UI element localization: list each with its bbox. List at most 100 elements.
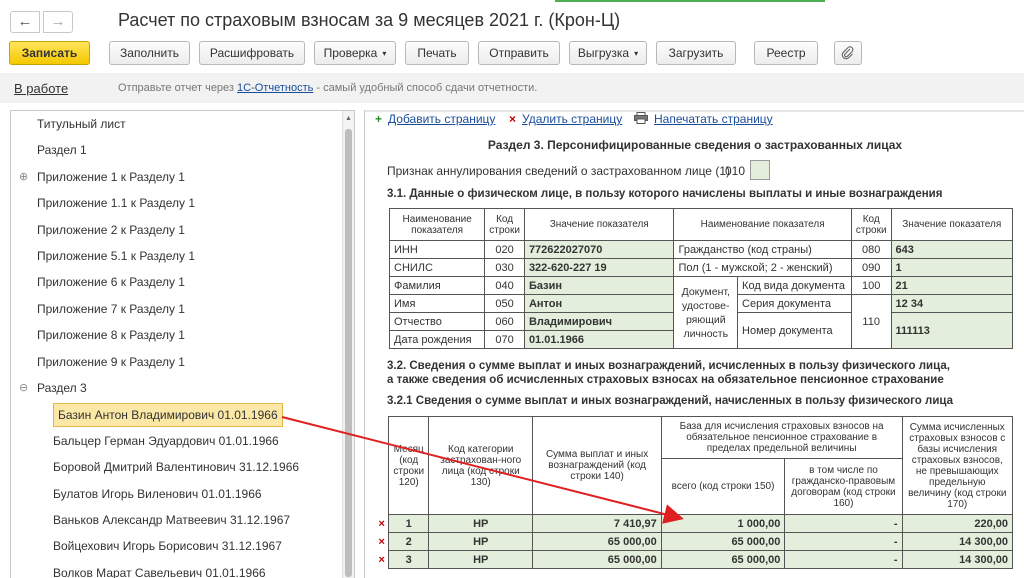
command-toolbar: Записать Заполнить Расшифровать Проверка… [0, 40, 1024, 70]
name-code: 050 [484, 294, 525, 313]
tree-item[interactable]: Приложение 8 к Разделу 1 [11, 322, 343, 348]
status-link[interactable]: В работе [14, 81, 68, 96]
registry-button[interactable]: Реестр [754, 41, 818, 65]
collapse-icon[interactable]: ⊖ [19, 375, 28, 401]
tree-item[interactable]: Боровой Дмитрий Валентинович 31.12.1966 [11, 454, 343, 480]
doc-number-field[interactable]: 111113 [890, 312, 1014, 349]
table-row[interactable]: × 1 НР 7 410,97 1 000,00-220,00 [375, 514, 1014, 533]
delete-row-icon[interactable]: × [375, 533, 389, 551]
tree-item[interactable]: Приложение 7 к Разделу 1 [11, 296, 343, 322]
col-header-name-2: Наименование показателя [673, 208, 852, 241]
info-text-before: Отправьте отчет через [118, 82, 238, 94]
forward-button[interactable]: → [43, 11, 73, 33]
base-total-cell[interactable]: 1 000,00 [660, 514, 786, 533]
base-gpd-cell[interactable]: - [784, 514, 903, 533]
surname-code: 040 [484, 276, 525, 295]
name-field[interactable]: Антон [523, 294, 675, 313]
print-page-link[interactable]: Напечатать страницу [634, 112, 773, 126]
category-cell[interactable]: НР [428, 532, 534, 551]
sum-cell[interactable]: 65 000,00 [532, 532, 662, 551]
delete-page-label: Удалить страницу [522, 112, 623, 126]
total-col-header: всего (код строки 150) [660, 458, 786, 515]
citizenship-field[interactable]: 643 [890, 240, 1014, 259]
tree-item[interactable]: Приложение 5.1 к Разделу 1 [11, 243, 343, 269]
tree-item[interactable]: Приложение 9 к Разделу 1 [11, 349, 343, 375]
sum-cell[interactable]: 7 410,97 [532, 514, 662, 533]
tree-item[interactable]: ⊕ Приложение 1 к Разделу 1 [11, 164, 343, 190]
sum-cell[interactable]: 65 000,00 [532, 550, 662, 569]
base-col-header: База для исчисления страховых взносов на… [660, 416, 903, 459]
snils-code: 030 [484, 258, 525, 277]
export-dropdown-button[interactable]: Выгрузка ▾ [569, 41, 647, 65]
col-header-code: Код строки [484, 208, 525, 241]
check-dropdown-button[interactable]: Проверка ▾ [314, 41, 396, 65]
tree-item[interactable]: Титульный лист [11, 111, 343, 137]
doc-series-field[interactable]: 12 34 [890, 294, 1014, 313]
tree-item[interactable]: Булатов Игорь Виленович 01.01.1966 [11, 481, 343, 507]
table-row[interactable]: × 2 НР 65 000,00 65 000,00-14 300,00 [375, 532, 1014, 551]
table-row[interactable]: × 3 НР 65 000,00 65 000,00-14 300,00 [375, 550, 1014, 569]
tree-item[interactable]: Раздел 1 [11, 137, 343, 163]
decode-button[interactable]: Расшифровать [199, 41, 305, 65]
info-message: Отправьте отчет через 1С-Отчетность - са… [118, 82, 537, 94]
contrib-cell[interactable]: 14 300,00 [901, 550, 1014, 569]
write-button[interactable]: Записать [9, 41, 90, 65]
base-gpd-cell[interactable]: - [784, 532, 903, 551]
subsection-3-1-title: 3.1. Данные о физическом лице, в пользу … [387, 188, 943, 200]
inn-field[interactable]: 772622027070 [523, 240, 675, 259]
sex-field[interactable]: 1 [890, 258, 1014, 277]
category-cell[interactable]: НР [428, 550, 534, 569]
delete-page-link[interactable]: × Удалить страницу [509, 112, 622, 126]
tree-item[interactable]: Приложение 1.1 к Разделу 1 [11, 190, 343, 216]
month-cell[interactable]: 2 [388, 532, 430, 551]
chevron-down-icon: ▾ [634, 49, 639, 58]
back-button[interactable]: ← [10, 11, 40, 33]
patronymic-label: Отчество [388, 312, 486, 331]
window-title: Расчет по страховым взносам за 9 месяцев… [118, 10, 621, 30]
tree-item-label: Ваньков Александр Матвеевич 31.12.1967 [53, 513, 291, 527]
tree-item-label: Боровой Дмитрий Валентинович 31.12.1966 [53, 460, 300, 475]
tree-item[interactable]: Базин Антон Владимирович 01.01.1966 [11, 401, 343, 428]
tree-item[interactable]: Бальцер Герман Эдуардович 01.01.1966 [11, 428, 343, 454]
patronymic-field[interactable]: Владимирович [523, 312, 675, 331]
doc-type-field[interactable]: 21 [890, 276, 1014, 295]
annul-field[interactable] [750, 160, 770, 180]
print-button[interactable]: Печать [405, 41, 469, 65]
print-page-label: Напечатать страницу [654, 112, 773, 126]
tree-item[interactable]: Приложение 6 к Разделу 1 [11, 269, 343, 295]
dob-code: 070 [484, 330, 525, 349]
scroll-up-icon[interactable]: ▲ [345, 115, 352, 122]
base-gpd-cell[interactable]: - [784, 550, 903, 569]
expand-icon[interactable]: ⊕ [19, 164, 28, 190]
info-bar: В работе Отправьте отчет через 1С-Отчетн… [0, 73, 1024, 103]
month-cell[interactable]: 3 [388, 550, 430, 569]
scroll-thumb[interactable] [345, 129, 352, 577]
surname-field[interactable]: Базин [523, 276, 675, 295]
dob-field[interactable]: 01.01.1966 [523, 330, 675, 349]
delete-row-icon[interactable]: × [375, 515, 389, 533]
contrib-cell[interactable]: 14 300,00 [901, 532, 1014, 551]
attach-button[interactable] [834, 41, 862, 65]
tree-item[interactable]: ⊖ Раздел 3 [11, 375, 343, 401]
tree-item[interactable]: Ваньков Александр Матвеевич 31.12.1967 [11, 507, 343, 533]
delete-row-icon[interactable]: × [375, 551, 389, 569]
base-total-cell[interactable]: 65 000,00 [660, 532, 786, 551]
subsection-3-2-line-1: 3.2. Сведения о сумме выплат и иных возн… [387, 360, 950, 372]
month-cell[interactable]: 1 [388, 514, 430, 533]
snils-field[interactable]: 322-620-227 19 [523, 258, 675, 277]
add-page-link[interactable]: + Добавить страницу [375, 112, 495, 126]
tree-item[interactable]: Приложение 2 к Разделу 1 [11, 217, 343, 243]
contrib-cell[interactable]: 220,00 [901, 514, 1014, 533]
tree-item-label: Раздел 1 [37, 143, 87, 158]
base-total-cell[interactable]: 65 000,00 [660, 550, 786, 569]
load-button[interactable]: Загрузить [656, 41, 736, 65]
tree-scrollbar[interactable]: ▲ [342, 111, 354, 578]
tree-item-label: Приложение 5.1 к Разделу 1 [37, 249, 195, 263]
tree-item[interactable]: Войцехович Игорь Борисович 31.12.1967 [11, 533, 343, 559]
tree-item[interactable]: Волков Марат Савельевич 01.01.1966 [11, 560, 343, 578]
category-cell[interactable]: НР [428, 514, 534, 533]
fill-button[interactable]: Заполнить [109, 41, 190, 65]
1c-reporting-link[interactable]: 1С-Отчетность [237, 82, 313, 94]
surname-label: Фамилия [388, 276, 486, 295]
send-button[interactable]: Отправить [478, 41, 560, 65]
